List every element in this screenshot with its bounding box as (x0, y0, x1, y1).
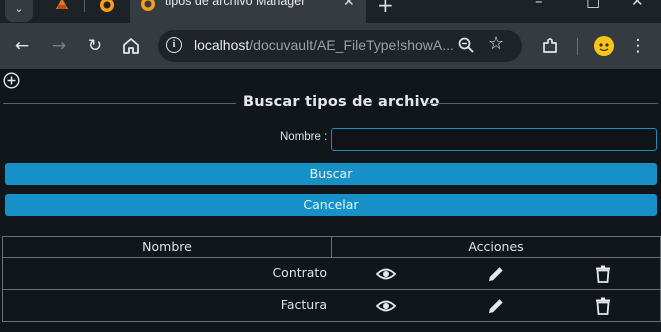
active-tab[interactable]: tipos de archivo Manager ✕ (130, 0, 366, 23)
close-icon[interactable]: ✕ (343, 0, 355, 10)
add-circle-icon[interactable] (3, 72, 20, 89)
column-header-actions: Acciones (331, 236, 661, 258)
view-icon[interactable] (376, 264, 396, 284)
browser-menu-icon[interactable]: ⋮ (628, 36, 648, 56)
home-icon[interactable] (121, 36, 141, 56)
name-search-input[interactable] (331, 128, 657, 151)
new-tab-icon[interactable]: + (377, 0, 394, 17)
site-info-icon[interactable]: i (166, 37, 182, 53)
delete-icon[interactable] (593, 264, 613, 284)
row-name: Contrato (272, 265, 327, 280)
reload-icon[interactable]: ↻ (85, 36, 105, 56)
delete-icon[interactable] (593, 296, 613, 316)
page-content: Buscar tipos de archivo Nombre : Buscar … (0, 69, 661, 332)
pinned-tab-favicon-icon[interactable] (99, 0, 115, 13)
table-row: Contrato (2, 258, 661, 290)
tab-search-button[interactable]: ⌄ (5, 0, 33, 22)
extensions-icon[interactable] (540, 36, 560, 56)
toolbar-separator (577, 38, 578, 55)
view-icon[interactable] (376, 296, 396, 316)
name-field-label: Nombre : (280, 131, 328, 143)
search-section-title: Buscar tipos de archivo (243, 94, 440, 110)
fieldset-border-right (426, 103, 658, 104)
zoom-icon[interactable] (457, 36, 475, 54)
bookmark-star-icon[interactable]: ☆ (488, 33, 504, 54)
column-header-name[interactable]: Nombre (2, 236, 332, 258)
maximize-icon[interactable]: □ (586, 0, 600, 10)
row-name: Factura (280, 297, 327, 312)
fieldset-border-left (3, 103, 236, 104)
url-text: localhost/docuvault/AE_FileType!showA... (194, 37, 454, 53)
address-bar[interactable]: i localhost/docuvault/AE_FileType!showA.… (158, 30, 522, 62)
forward-arrow-icon[interactable]: → (49, 36, 69, 56)
browser-toolbar: ← → ↻ i localhost/docuvault/AE_FileType!… (0, 23, 661, 69)
tab-title: tipos de archivo Manager (165, 0, 306, 8)
chevron-down-icon: ⌄ (14, 1, 24, 15)
window-close-icon[interactable]: ✕ (631, 0, 644, 10)
file-types-table: Nombre Acciones Contrato Factura (2, 236, 661, 332)
browser-tab-bar: ⌄ tipos de archivo Manager ✕ + – □ ✕ (0, 0, 661, 23)
tab-separator (84, 0, 85, 12)
edit-icon[interactable] (486, 296, 506, 316)
tab-favicon-icon (141, 0, 155, 11)
edit-icon[interactable] (486, 264, 506, 284)
cancel-button[interactable]: Cancelar (5, 194, 657, 216)
pinned-tab-favicon-icon[interactable] (54, 0, 70, 11)
search-button[interactable]: Buscar (5, 163, 657, 185)
profile-avatar-icon[interactable] (593, 35, 615, 57)
table-row: Factura (2, 290, 661, 322)
back-arrow-icon[interactable]: ← (12, 36, 32, 56)
minimize-icon[interactable]: – (535, 0, 543, 10)
